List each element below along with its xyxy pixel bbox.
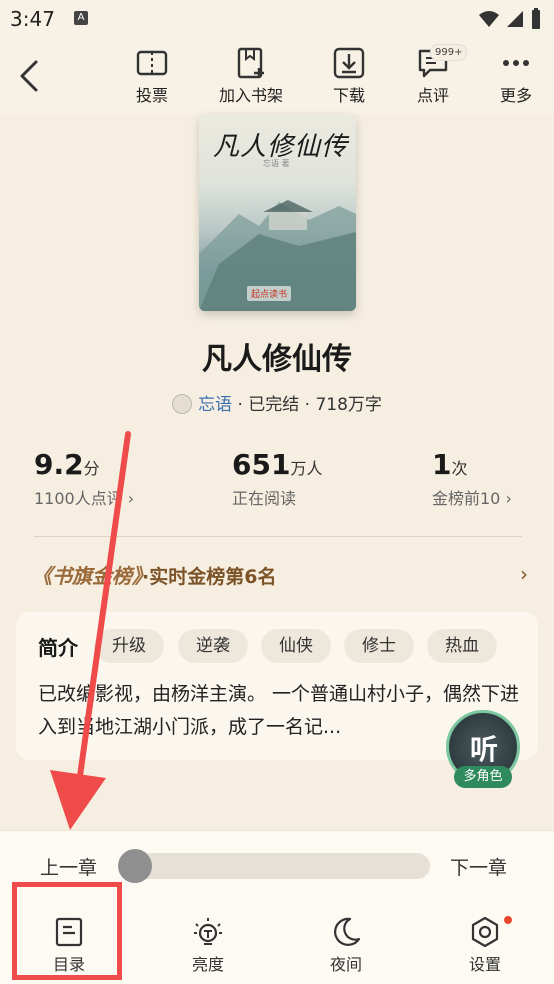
download-icon bbox=[333, 47, 365, 79]
brightness-button[interactable]: 亮度 bbox=[163, 915, 253, 975]
signal-icon bbox=[507, 11, 523, 27]
brightness-label: 亮度 bbox=[191, 955, 224, 974]
cover-author: 忘语 著 bbox=[263, 159, 290, 168]
tag-chip[interactable]: 升级 bbox=[94, 629, 164, 663]
readers-sub: 正在阅读 bbox=[232, 489, 297, 508]
book-meta: 忘语 · 已完结 · 718万字 bbox=[0, 390, 554, 415]
ranking-sub: 金榜前10 › bbox=[432, 489, 512, 508]
chapter-progress-slider[interactable] bbox=[118, 849, 430, 883]
add-to-shelf-label: 加入书架 bbox=[218, 86, 283, 105]
ranking-flag: 《书旗金榜》 bbox=[32, 564, 142, 588]
brightness-icon bbox=[194, 918, 222, 945]
rating-value: 9.2 bbox=[34, 448, 84, 481]
readers-unit: 万人 bbox=[290, 459, 323, 478]
author-avatar bbox=[172, 394, 193, 414]
stat-rating[interactable]: 9.2分 1100人点评 › bbox=[34, 448, 134, 509]
rating-unit: 分 bbox=[83, 459, 100, 478]
night-mode-label: 夜间 bbox=[329, 955, 362, 974]
listen-button[interactable]: 听 多角色 bbox=[440, 710, 528, 788]
slider-handle[interactable] bbox=[118, 849, 152, 883]
ranking-unit: 次 bbox=[451, 459, 468, 478]
more-label: 更多 bbox=[499, 86, 532, 105]
back-button[interactable] bbox=[16, 58, 44, 94]
battery-icon bbox=[532, 8, 540, 29]
multi-role-badge: 多角色 bbox=[454, 766, 512, 788]
stat-readers: 651万人 正在阅读 bbox=[232, 448, 322, 509]
rating-sub: 1100人点评 › bbox=[34, 489, 135, 508]
author-link[interactable]: 忘语 bbox=[198, 395, 232, 415]
tag-chip[interactable]: 修士 bbox=[344, 629, 414, 663]
ticket-icon bbox=[136, 50, 168, 76]
book-stats: 9.2分 1100人点评 › 651万人 正在阅读 1次 金榜前10 › bbox=[0, 448, 554, 520]
notification-icon: A bbox=[74, 11, 88, 25]
intro-heading: 简介 bbox=[38, 636, 78, 660]
comment-label: 点评 bbox=[416, 86, 449, 105]
status-time: 3:47 bbox=[10, 7, 55, 31]
system-icons bbox=[478, 8, 542, 30]
tag-chip[interactable]: 热血 bbox=[427, 629, 497, 663]
ranking-text: ·实时金榜第6名 bbox=[142, 566, 277, 588]
settings-icon bbox=[471, 916, 499, 948]
divider bbox=[34, 536, 522, 537]
settings-notification-dot bbox=[504, 916, 512, 924]
settings-label: 设置 bbox=[468, 955, 501, 974]
back-arrow-icon bbox=[20, 60, 38, 92]
settings-button[interactable]: 设置 bbox=[440, 915, 530, 975]
moon-icon bbox=[334, 917, 361, 946]
prev-chapter-button[interactable]: 上一章 bbox=[40, 853, 97, 880]
bookshelf-add-icon bbox=[237, 47, 264, 79]
more-icon bbox=[503, 60, 529, 66]
wifi-icon bbox=[479, 11, 499, 27]
top-toolbar: 投票 加入书架 下载 点评 更多 bbox=[0, 40, 554, 114]
status-bar: 3:47 A bbox=[0, 0, 554, 40]
chevron-right-icon: › bbox=[520, 562, 528, 586]
cover-publisher: 起点读书 bbox=[247, 286, 292, 301]
download-button[interactable]: 下载 bbox=[309, 44, 389, 110]
stat-ranking[interactable]: 1次 金榜前10 › bbox=[432, 448, 512, 509]
book-title: 凡人修仙传 bbox=[202, 342, 352, 377]
book-status: · 已完结 · 718万字 bbox=[232, 395, 382, 415]
listen-char: 听 bbox=[469, 733, 498, 766]
tag-chip[interactable]: 仙侠 bbox=[261, 629, 331, 663]
next-chapter-button[interactable]: 下一章 bbox=[450, 853, 507, 880]
more-button[interactable]: 更多 bbox=[476, 44, 554, 110]
readers-value: 651 bbox=[232, 448, 291, 481]
comment-count-badge: 999+ bbox=[430, 44, 468, 61]
vote-label: 投票 bbox=[135, 86, 168, 105]
night-mode-button[interactable]: 夜间 bbox=[301, 915, 391, 975]
book-cover[interactable]: 凡人修仙传 忘语 著 起点读书 bbox=[199, 114, 356, 311]
vote-button[interactable]: 投票 bbox=[112, 44, 192, 110]
ranking-value: 1 bbox=[432, 448, 452, 481]
download-label: 下载 bbox=[332, 86, 365, 105]
tag-chip[interactable]: 逆袭 bbox=[178, 629, 248, 663]
add-to-shelf-button[interactable]: 加入书架 bbox=[211, 44, 291, 110]
ranking-banner[interactable]: 《书旗金榜》·实时金榜第6名 › bbox=[32, 560, 528, 590]
annotation-highlight-box bbox=[12, 882, 122, 980]
